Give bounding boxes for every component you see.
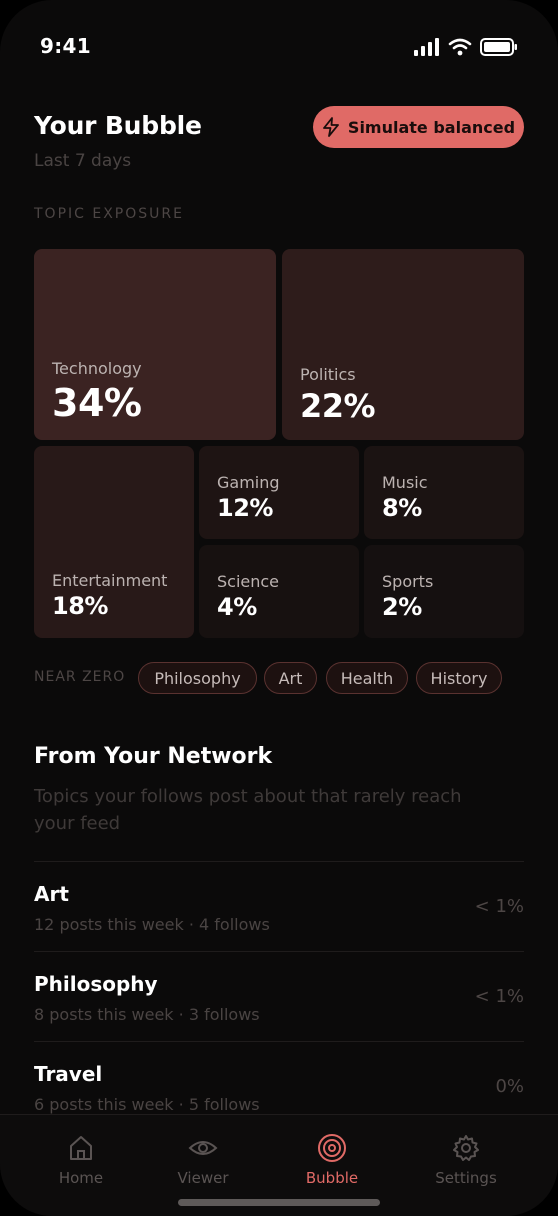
cellular-signal-icon xyxy=(414,38,439,56)
lightning-icon xyxy=(323,117,339,137)
tab-label: Viewer xyxy=(177,1169,229,1187)
target-icon xyxy=(318,1134,346,1162)
status-icons xyxy=(414,38,518,56)
topic-percent: 22% xyxy=(300,387,376,425)
topic-name: Sports xyxy=(382,572,434,591)
page-subtitle: Last 7 days xyxy=(34,151,132,171)
topic-tile-gaming[interactable]: Gaming 12% xyxy=(199,446,359,539)
topic-tile-science[interactable]: Science 4% xyxy=(199,545,359,638)
topic-percent: 4% xyxy=(217,593,257,621)
topic-tile-entertainment[interactable]: Entertainment 18% xyxy=(34,446,194,638)
topic-name: Politics xyxy=(300,365,356,384)
chip-philosophy[interactable]: Philosophy xyxy=(138,662,257,694)
home-icon xyxy=(70,1136,92,1160)
topic-percent: 34% xyxy=(52,381,142,425)
row-topic-share: < 1% xyxy=(474,986,524,1007)
topic-tile-technology[interactable]: Technology 34% xyxy=(34,249,276,440)
row-topic-meta: 6 posts this week · 5 follows xyxy=(34,1095,260,1114)
tab-label: Settings xyxy=(435,1169,497,1187)
tab-bubble[interactable]: Bubble xyxy=(277,1133,387,1187)
topic-name: Entertainment xyxy=(52,571,168,590)
network-section-title: From Your Network xyxy=(34,744,273,769)
row-topic-name: Philosophy xyxy=(34,972,158,996)
network-section-subtitle: Topics your follows post about that rare… xyxy=(34,786,462,834)
chip-history[interactable]: History xyxy=(416,662,502,694)
eye-icon xyxy=(188,1141,218,1155)
topic-tile-politics[interactable]: Politics 22% xyxy=(282,249,524,440)
topic-percent: 12% xyxy=(217,494,273,522)
topic-name: Gaming xyxy=(217,473,280,492)
near-zero-label: NEAR ZERO xyxy=(34,669,126,685)
topic-name: Music xyxy=(382,473,428,492)
home-indicator[interactable] xyxy=(178,1199,380,1206)
simulate-balanced-button[interactable]: Simulate balanced xyxy=(313,106,524,148)
gear-icon xyxy=(453,1135,479,1161)
simulate-balanced-label: Simulate balanced xyxy=(347,117,516,137)
row-topic-meta: 12 posts this week · 4 follows xyxy=(34,915,270,934)
topic-name: Technology xyxy=(52,359,142,378)
battery-icon xyxy=(480,38,517,56)
tab-label: Home xyxy=(58,1169,104,1187)
row-topic-share: < 1% xyxy=(474,896,524,917)
chip-health[interactable]: Health xyxy=(326,662,408,694)
tab-settings[interactable]: Settings xyxy=(411,1133,521,1187)
phone-screen: 9:41 Your Bubble Last 7 days Simulate ba… xyxy=(0,0,558,1216)
chip-art[interactable]: Art xyxy=(264,662,317,694)
topic-percent: 8% xyxy=(382,494,422,522)
tab-label: Bubble xyxy=(305,1169,359,1187)
network-row-art[interactable]: Art 12 posts this week · 4 follows < 1% xyxy=(34,861,524,952)
topic-name: Science xyxy=(217,572,280,591)
topic-exposure-label: TOPIC EXPOSURE xyxy=(34,206,184,222)
topic-tile-sports[interactable]: Sports 2% xyxy=(364,545,524,638)
tab-home[interactable]: Home xyxy=(26,1133,136,1187)
topic-percent: 18% xyxy=(52,592,108,620)
status-bar: 9:41 xyxy=(0,0,558,90)
row-topic-name: Art xyxy=(34,882,69,906)
page-title: Your Bubble xyxy=(34,111,202,140)
network-row-philosophy[interactable]: Philosophy 8 posts this week · 3 follows… xyxy=(34,951,524,1042)
topic-tile-music[interactable]: Music 8% xyxy=(364,446,524,539)
tab-viewer[interactable]: Viewer xyxy=(148,1133,258,1187)
row-topic-share: 0% xyxy=(495,1076,524,1097)
row-topic-meta: 8 posts this week · 3 follows xyxy=(34,1005,260,1024)
topic-percent: 2% xyxy=(382,593,422,621)
wifi-icon xyxy=(448,38,472,56)
status-time: 9:41 xyxy=(40,34,91,58)
row-topic-name: Travel xyxy=(34,1062,103,1086)
